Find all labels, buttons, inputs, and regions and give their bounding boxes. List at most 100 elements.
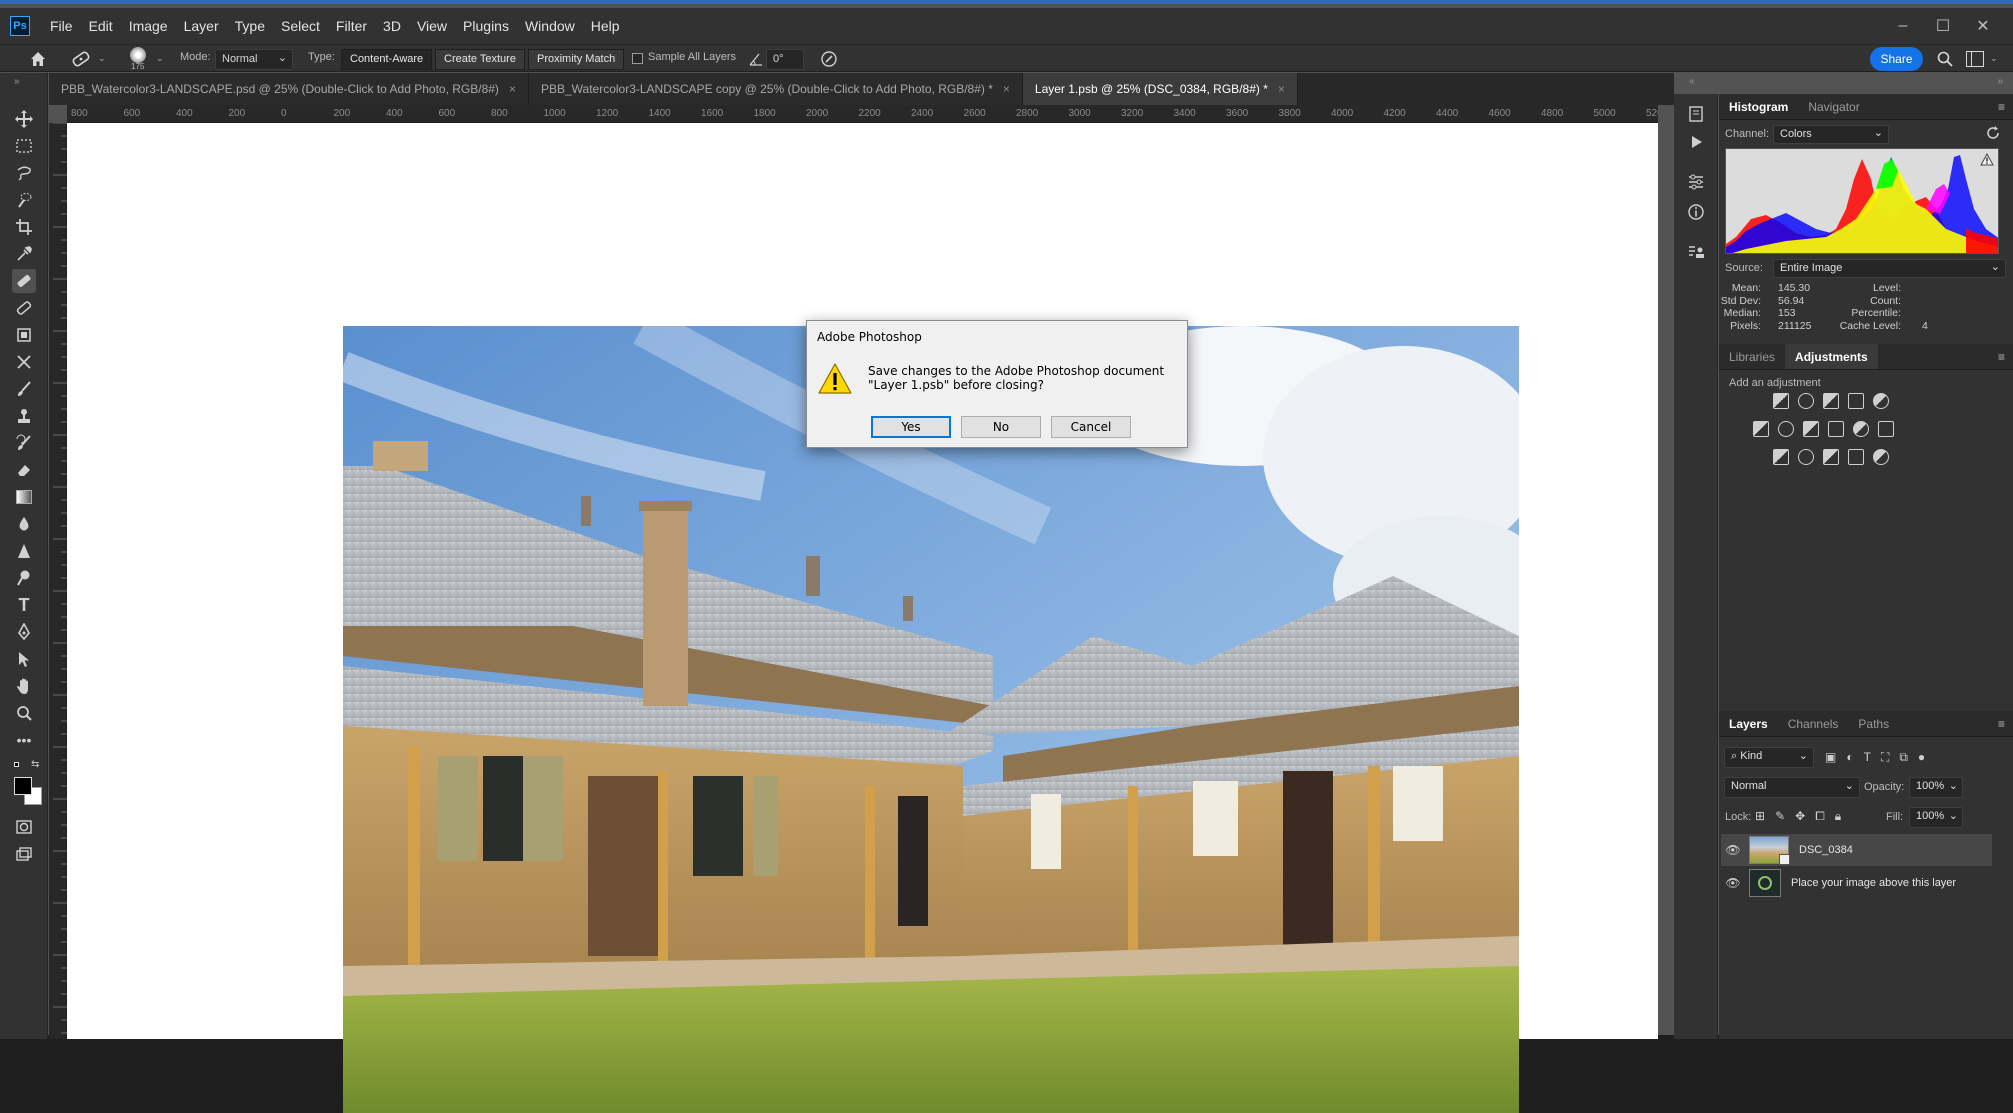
menu-file[interactable]: File <box>42 8 81 44</box>
hand-tool-icon[interactable] <box>12 674 36 698</box>
panel-menu-icon[interactable]: ≡ <box>1998 717 2005 731</box>
spot-healing-brush-tool-icon[interactable] <box>12 269 36 293</box>
eyedropper-tool-icon[interactable] <box>12 242 36 266</box>
filter-smart-object-icon[interactable]: ⧉ <box>1899 750 1908 765</box>
healing-brush-tool-icon[interactable] <box>70 49 92 69</box>
swap-colors-icon[interactable]: ⇆ <box>31 759 39 770</box>
no-button[interactable]: No <box>961 416 1041 438</box>
filter-adjustment-icon[interactable]: ◐ <box>1846 750 1853 765</box>
sample-all-layers-checkbox[interactable] <box>632 53 643 64</box>
content-aware-move-tool-icon[interactable] <box>12 350 36 374</box>
opacity-input[interactable]: 100% ⌄ <box>1909 777 1963 798</box>
actions-play-icon[interactable] <box>1684 130 1708 154</box>
levels-icon[interactable] <box>1798 393 1814 409</box>
search-icon[interactable] <box>1936 50 1954 68</box>
menu-select[interactable]: Select <box>273 8 328 44</box>
properties-icon[interactable] <box>1684 170 1708 194</box>
foreground-color-swatch[interactable] <box>14 777 32 795</box>
blur-tool-icon[interactable] <box>12 512 36 536</box>
brush-tool-icon[interactable] <box>12 377 36 401</box>
yes-button[interactable]: Yes <box>871 416 951 438</box>
layer-row-placeholder[interactable]: 👁︎ Place your image above this layer <box>1721 867 1992 899</box>
filter-type-icon[interactable]: T <box>1864 750 1871 765</box>
crop-tool-icon[interactable] <box>12 215 36 239</box>
invert-icon[interactable] <box>1773 449 1789 465</box>
menu-view[interactable]: View <box>409 8 455 44</box>
lasso-tool-icon[interactable] <box>12 161 36 185</box>
workspace-icon[interactable] <box>1966 51 1984 67</box>
move-tool-icon[interactable] <box>12 107 36 131</box>
learn-icon[interactable] <box>1684 102 1708 126</box>
info-icon[interactable] <box>1684 200 1708 224</box>
angle-input[interactable]: 0° <box>766 49 804 70</box>
curves-icon[interactable] <box>1823 393 1839 409</box>
tab-watercolor-landscape[interactable]: PBB_Watercolor3-LANDSCAPE.psd @ 25% (Dou… <box>49 73 529 105</box>
tab-navigator[interactable]: Navigator <box>1798 94 1869 119</box>
lock-transparency-icon[interactable]: ⊞ <box>1755 809 1765 824</box>
expand-panels-icon[interactable]: « <box>1689 76 1695 87</box>
healing-brush-tool-icon[interactable] <box>12 296 36 320</box>
screen-mode-icon[interactable] <box>12 842 36 866</box>
patch-tool-icon[interactable] <box>12 323 36 347</box>
hue-saturation-icon[interactable] <box>1753 421 1769 437</box>
tab-paths[interactable]: Paths <box>1848 711 1899 736</box>
source-select[interactable]: Entire Image ⌄ <box>1773 259 2006 278</box>
menu-help[interactable]: Help <box>583 8 628 44</box>
clone-source-icon[interactable] <box>1684 240 1708 264</box>
tab-channels[interactable]: Channels <box>1778 711 1849 736</box>
eye-icon[interactable]: 👁︎ <box>1721 876 1745 890</box>
refresh-icon[interactable] <box>1985 125 2001 141</box>
fill-input[interactable]: 100% ⌄ <box>1909 807 1963 828</box>
type-tool-icon[interactable]: T <box>12 593 36 617</box>
home-icon[interactable] <box>28 49 48 69</box>
eye-icon[interactable]: 👁︎ <box>1721 843 1745 857</box>
more-tools-icon[interactable]: ••• <box>12 728 36 752</box>
layer-row-dsc-0384[interactable]: 👁︎ DSC_0384 <box>1721 834 1992 866</box>
warning-icon[interactable] <box>1980 152 1994 166</box>
clone-stamp-tool-icon[interactable] <box>12 404 36 428</box>
quick-mask-icon[interactable] <box>12 815 36 839</box>
gradient-tool-icon[interactable] <box>12 485 36 509</box>
minimize-button[interactable]: – <box>1883 17 1923 35</box>
proximity-match-option[interactable]: Proximity Match <box>528 49 625 70</box>
mode-select[interactable]: Normal ⌄ <box>215 49 293 70</box>
cancel-button[interactable]: Cancel <box>1051 416 1131 438</box>
create-texture-option[interactable]: Create Texture <box>435 49 525 70</box>
collapse-toolbar-icon[interactable]: » <box>14 76 20 87</box>
filter-shape-icon[interactable]: ⛶ <box>1881 750 1889 765</box>
lock-image-icon[interactable]: ✎ <box>1775 809 1785 824</box>
layer-filter-select[interactable]: ⌕ Kind ⌄ <box>1724 747 1814 768</box>
collapse-panels-icon[interactable]: » <box>1997 76 2003 87</box>
pen-tool-icon[interactable] <box>12 620 36 644</box>
content-aware-option[interactable]: Content-Aware <box>341 49 433 70</box>
color-balance-icon[interactable] <box>1778 421 1794 437</box>
chevron-down-icon[interactable]: ⌄ <box>98 53 106 64</box>
menu-edit[interactable]: Edit <box>81 8 121 44</box>
filter-pixel-icon[interactable]: ▣ <box>1825 750 1836 765</box>
tab-watercolor-landscape-copy[interactable]: PBB_Watercolor3-LANDSCAPE copy @ 25% (Do… <box>528 73 1023 105</box>
default-colors-icon[interactable] <box>14 762 22 770</box>
history-brush-tool-icon[interactable] <box>12 431 36 455</box>
close-window-button[interactable]: ✕ <box>1963 16 2003 36</box>
color-lookup-icon[interactable] <box>1878 421 1894 437</box>
tab-adjustments[interactable]: Adjustments <box>1785 344 1878 369</box>
vibrance-icon[interactable] <box>1873 393 1889 409</box>
document-canvas[interactable] <box>67 123 1658 1113</box>
lock-position-icon[interactable]: ✥ <box>1795 809 1805 824</box>
channel-select[interactable]: Colors ⌄ <box>1773 125 1889 144</box>
posterize-icon[interactable] <box>1798 449 1814 465</box>
filter-toggle-icon[interactable]: ● <box>1918 750 1925 765</box>
lock-artboard-icon[interactable]: ⧠ <box>1815 809 1825 824</box>
zoom-tool-icon[interactable] <box>12 701 36 725</box>
brightness-contrast-icon[interactable] <box>1773 393 1789 409</box>
pressure-size-icon[interactable] <box>820 50 838 68</box>
quick-selection-tool-icon[interactable] <box>12 188 36 212</box>
dodge-tool-icon[interactable] <box>12 566 36 590</box>
path-selection-tool-icon[interactable] <box>12 647 36 671</box>
lock-all-icon[interactable]: 🔒︎ <box>1835 809 1841 824</box>
menu-filter[interactable]: Filter <box>328 8 375 44</box>
menu-3d[interactable]: 3D <box>375 8 409 44</box>
marquee-tool-icon[interactable] <box>12 134 36 158</box>
close-tab-icon[interactable]: × <box>1003 82 1010 96</box>
share-button[interactable]: Share <box>1870 47 1923 71</box>
